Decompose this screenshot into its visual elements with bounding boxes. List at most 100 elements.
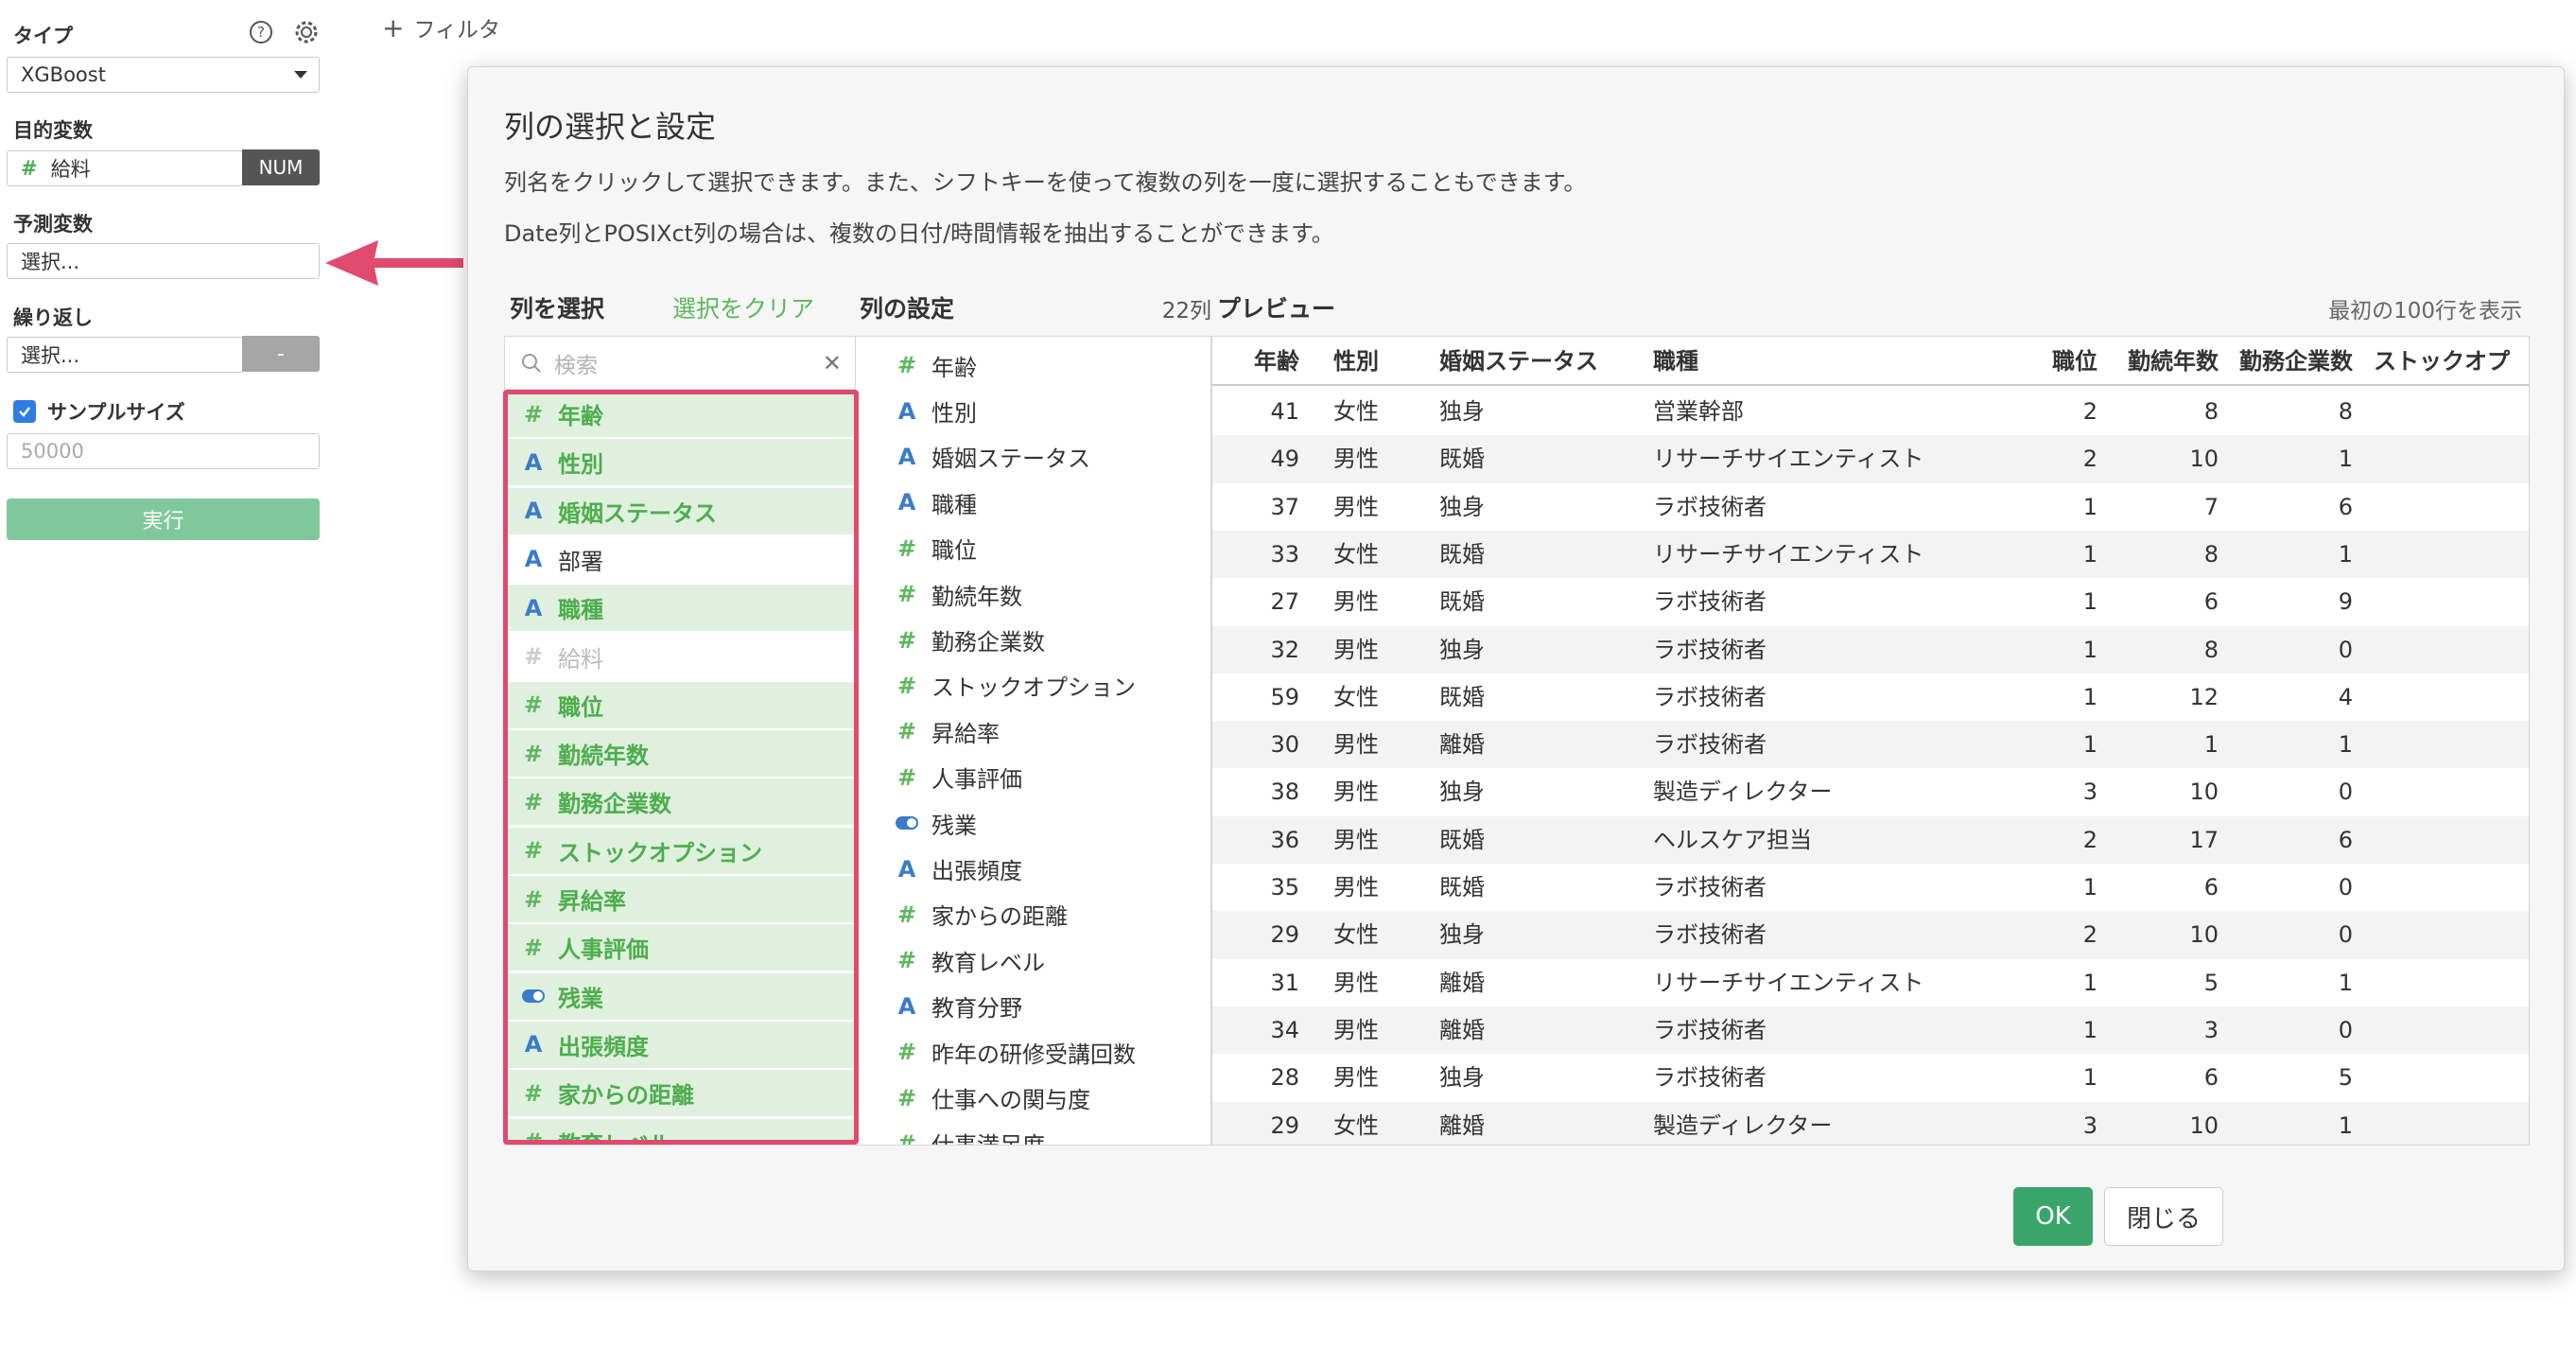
gear-icon[interactable] xyxy=(293,19,320,45)
table-cell: 0 xyxy=(2338,921,2353,949)
table-cell: 離婚 xyxy=(1439,1016,1485,1043)
toggle-icon xyxy=(896,816,918,831)
settings-column-label: 残業 xyxy=(931,812,977,839)
table-cell: 6 xyxy=(2338,493,2353,520)
settings-column-label: 昨年の研修受講回数 xyxy=(931,1041,1136,1068)
settings-column-item[interactable]: # 昨年の研修受講回数 xyxy=(856,1029,1210,1075)
table-cell: 36 xyxy=(1270,826,1299,853)
settings-column-item[interactable]: # 職位 xyxy=(856,526,1210,571)
table-cell: 独身 xyxy=(1439,493,1485,520)
svg-text:?: ? xyxy=(257,24,265,41)
predictor-select[interactable]: 選択... xyxy=(7,243,320,279)
table-cell: ラボ技術者 xyxy=(1653,1064,1767,1092)
table-cell: 独身 xyxy=(1439,636,1485,663)
add-filter-link[interactable]: + フィルタ xyxy=(382,11,500,44)
sample-size-checkbox[interactable] xyxy=(13,400,36,423)
table-cell: 女性 xyxy=(1333,921,1379,949)
settings-column-label: ストックオプション xyxy=(931,674,1136,702)
table-cell: 8 xyxy=(2203,540,2219,568)
table-cell: 男性 xyxy=(1333,1064,1379,1092)
target-label: 目的変数 xyxy=(13,119,93,142)
numeric-type-icon: # xyxy=(896,1039,917,1066)
close-icon[interactable]: ✕ xyxy=(823,350,842,376)
settings-column-item[interactable]: # 昇給率 xyxy=(856,708,1210,754)
preview-column-header: 性別 xyxy=(1333,348,1379,375)
preview-column-header: 勤続年数 xyxy=(2128,348,2219,375)
table-row: 29 女性 独身 ラボ技術者 2 10 0 xyxy=(1212,911,2529,959)
table-cell: 既婚 xyxy=(1439,588,1485,616)
settings-column-item[interactable]: # 家からの距離 xyxy=(856,892,1210,937)
type-select[interactable]: XGBoost xyxy=(7,57,320,93)
settings-column-item[interactable]: # 年齢 xyxy=(856,342,1210,388)
ok-button[interactable]: OK xyxy=(2013,1187,2093,1246)
table-cell: 1 xyxy=(2338,969,2353,996)
table-cell: ヘルスケア担当 xyxy=(1653,826,1812,853)
table-cell: 12 xyxy=(2189,683,2219,710)
settings-column-item[interactable]: 残業 xyxy=(856,800,1210,846)
table-row: 29 女性 離婚 製造ディレクター 3 10 1 xyxy=(1212,1101,2529,1145)
sample-size-row: サンプルサイズ xyxy=(13,397,185,426)
table-cell: 8 xyxy=(2338,398,2353,425)
settings-column-label: 家からの距離 xyxy=(931,903,1068,931)
settings-column-label: 仕事満足度 xyxy=(931,1127,1045,1145)
predictor-placeholder: 選択... xyxy=(21,251,80,273)
table-cell: 3 xyxy=(2203,1016,2219,1043)
settings-column-label: 昇給率 xyxy=(931,720,1000,747)
settings-column-item[interactable]: A 出張頻度 xyxy=(856,846,1210,891)
table-row: 28 男性 独身 ラボ技術者 1 6 5 xyxy=(1212,1054,2529,1101)
table-row: 27 男性 既婚 ラボ技術者 1 6 9 xyxy=(1212,578,2529,625)
table-cell: 独身 xyxy=(1439,921,1485,949)
table-cell: ラボ技術者 xyxy=(1653,874,1767,901)
settings-column-item[interactable]: A 職種 xyxy=(856,480,1210,525)
sample-size-label: サンプルサイズ xyxy=(47,401,185,424)
preview-column-header: 勤務企業数 xyxy=(2239,348,2353,375)
table-cell: 38 xyxy=(1270,778,1299,806)
close-button[interactable]: 閉じる xyxy=(2104,1187,2223,1246)
table-cell: 5 xyxy=(2203,969,2219,996)
settings-column-item[interactable]: A 教育分野 xyxy=(856,984,1210,1029)
target-variable-value: 給料 xyxy=(50,158,91,181)
settings-column-item[interactable]: A 性別 xyxy=(856,388,1210,433)
target-variable-field[interactable]: # 給料 xyxy=(7,150,243,186)
repeat-placeholder: 選択... xyxy=(21,344,80,367)
settings-column-item[interactable]: # 仕事満足度 xyxy=(856,1121,1210,1145)
table-cell: 女性 xyxy=(1333,683,1379,710)
settings-column-label: 教育レベル xyxy=(931,949,1045,976)
repeat-select[interactable]: 選択... xyxy=(7,337,243,373)
column-settings-header: 列の設定 xyxy=(860,295,955,323)
settings-column-item[interactable]: # 人事評価 xyxy=(856,755,1210,800)
repeat-clear-button[interactable]: - xyxy=(242,336,320,372)
table-cell: 男性 xyxy=(1333,778,1379,806)
table-row: 33 女性 既婚 リサーチサイエンティスト 1 8 1 xyxy=(1212,530,2529,579)
settings-column-item[interactable]: A 婚姻ステータス xyxy=(856,434,1210,480)
search-input[interactable]: 検索 ✕ xyxy=(505,337,855,390)
table-cell: 男性 xyxy=(1333,636,1379,663)
clear-selection-link[interactable]: 選択をクリア xyxy=(672,290,814,324)
settings-column-item[interactable]: # 勤続年数 xyxy=(856,571,1210,617)
settings-column-item[interactable]: # 仕事への関与度 xyxy=(856,1075,1210,1120)
filter-label: フィルタ xyxy=(413,18,501,43)
table-cell: 10 xyxy=(2189,921,2219,949)
settings-column-label: 勤続年数 xyxy=(931,583,1022,610)
table-cell: 10 xyxy=(2189,778,2219,806)
chevron-down-icon xyxy=(294,71,307,79)
table-cell: 28 xyxy=(1270,1064,1299,1092)
settings-column-item[interactable]: # 教育レベル xyxy=(856,937,1210,983)
table-cell: 0 xyxy=(2338,636,2353,663)
sample-size-input[interactable]: 50000 xyxy=(7,433,320,469)
numeric-type-icon: # xyxy=(896,352,917,379)
table-cell: 8 xyxy=(2203,398,2219,425)
table-cell: 男性 xyxy=(1333,731,1379,759)
selection-highlight-frame xyxy=(503,390,859,1145)
help-icon[interactable]: ? xyxy=(248,19,274,45)
table-row: 59 女性 既婚 ラボ技術者 1 12 4 xyxy=(1212,674,2529,721)
settings-column-item[interactable]: # ストックオプション xyxy=(856,663,1210,708)
run-button[interactable]: 実行 xyxy=(7,499,320,540)
preview-column-header: 職種 xyxy=(1653,348,1698,375)
settings-column-item[interactable]: # 勤務企業数 xyxy=(856,617,1210,662)
table-cell: 離婚 xyxy=(1439,1111,1485,1139)
table-cell: 6 xyxy=(2203,588,2219,616)
table-cell: 男性 xyxy=(1333,588,1379,616)
table-cell: 離婚 xyxy=(1439,969,1485,996)
numeric-type-icon: # xyxy=(896,901,917,928)
